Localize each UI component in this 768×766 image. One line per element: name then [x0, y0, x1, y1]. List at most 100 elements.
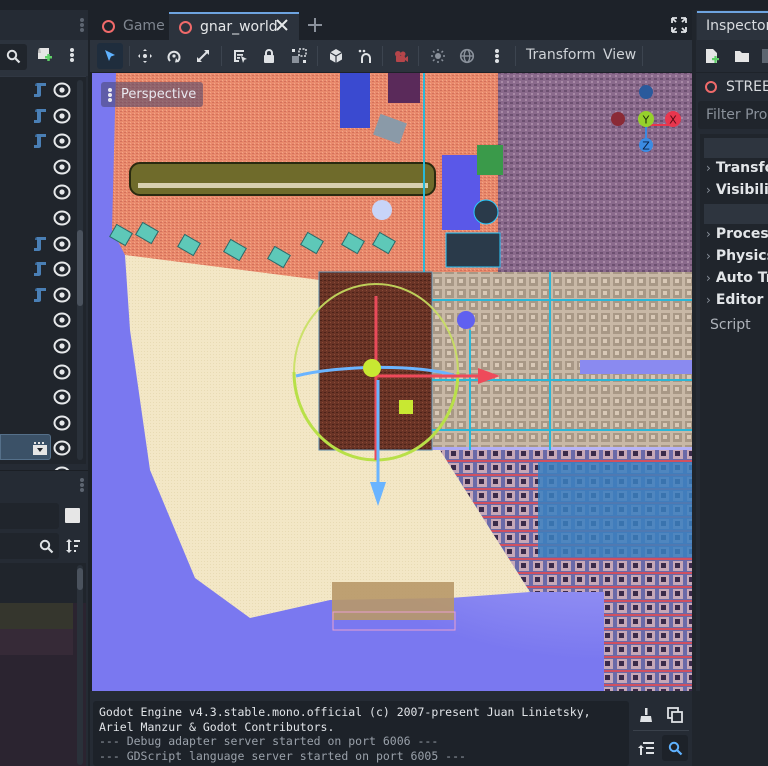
filesystem-path-field[interactable] [0, 503, 59, 529]
scene-tree-row[interactable] [0, 233, 76, 255]
scene-filter-input[interactable] [0, 44, 27, 70]
script-icon[interactable] [33, 133, 47, 149]
move-icon [138, 49, 152, 63]
axis-neg-x[interactable] [611, 112, 625, 126]
scale-icon [197, 50, 209, 62]
visibility-eye-icon[interactable] [53, 81, 71, 99]
filesystem-filter-input[interactable] [0, 533, 59, 559]
add-tab-icon[interactable] [307, 17, 323, 33]
scene-tree-row[interactable] [0, 130, 76, 152]
visibility-eye-icon[interactable] [53, 235, 71, 253]
section-transform[interactable]: ›Transform [706, 160, 768, 176]
scene-tree-row[interactable] [0, 181, 76, 203]
tab-inspector[interactable]: Inspector [697, 11, 768, 40]
filesystem-scrollbar[interactable] [77, 565, 83, 765]
filesystem-scrollbar-thumb[interactable] [77, 568, 83, 590]
section-physics[interactable]: ›Physics [706, 248, 768, 264]
new-resource-icon[interactable] [705, 48, 719, 64]
visibility-eye-icon[interactable] [53, 286, 71, 304]
open-folder-icon[interactable] [734, 49, 750, 63]
perspective-menu-button[interactable]: Perspective [101, 82, 204, 107]
scene-tree-row[interactable] [0, 437, 76, 459]
orientation-gizmo[interactable]: Y X Z [607, 81, 687, 161]
environment-toggle-button[interactable] [454, 43, 480, 69]
script-icon[interactable] [33, 287, 47, 303]
scale-tool-button[interactable] [190, 43, 216, 69]
lock-button[interactable] [256, 43, 282, 69]
transform-menu[interactable]: Transform [526, 47, 596, 63]
sort-icon[interactable] [65, 538, 81, 554]
close-icon[interactable] [275, 18, 289, 32]
scene-tree-row[interactable] [0, 335, 76, 357]
script-icon[interactable] [33, 236, 47, 252]
visibility-eye-icon[interactable] [53, 439, 71, 457]
filesystem-item[interactable] [0, 603, 73, 629]
visibility-eye-icon[interactable] [53, 260, 71, 278]
visibility-eye-icon[interactable] [53, 363, 71, 381]
camera-icon [395, 51, 408, 62]
filesystem-list-top [0, 563, 86, 603]
tab-game[interactable]: Game [92, 12, 170, 40]
scene-tree-row[interactable] [0, 412, 76, 434]
filesystem-dock-header [0, 470, 88, 498]
scene-tree-scrollbar-thumb[interactable] [77, 230, 83, 306]
view-menu[interactable]: View [603, 47, 636, 63]
rotate-tool-button[interactable] [161, 43, 187, 69]
scene-tree-row[interactable] [0, 309, 76, 331]
visibility-eye-icon[interactable] [53, 183, 71, 201]
save-icon[interactable] [762, 49, 768, 63]
group-button[interactable] [286, 43, 312, 69]
section-auto-translate[interactable]: ›Auto Translate [706, 270, 768, 286]
distraction-free-icon[interactable] [671, 17, 687, 33]
sun-toggle-button[interactable] [425, 43, 451, 69]
more-options-button[interactable] [484, 43, 510, 69]
axis-neg-y[interactable] [639, 85, 653, 99]
visibility-eye-icon[interactable] [53, 209, 71, 227]
more-options-icon[interactable] [69, 47, 75, 63]
visibility-eye-icon[interactable] [53, 414, 71, 432]
scene-tree-row[interactable] [0, 386, 76, 408]
script-icon[interactable] [33, 82, 47, 98]
dock-menu-icon[interactable] [79, 477, 85, 493]
script-icon[interactable] [33, 108, 47, 124]
3d-viewport[interactable]: Perspective Y X Z [92, 73, 692, 691]
section-visibility[interactable]: ›Visibility [706, 182, 768, 198]
visibility-eye-icon[interactable] [53, 158, 71, 176]
visibility-eye-icon[interactable] [53, 311, 71, 329]
scene-tree-row[interactable] [0, 361, 76, 383]
scene-tree-row[interactable] [0, 156, 76, 178]
camera-preview-button[interactable] [388, 43, 414, 69]
list-select-button[interactable] [227, 43, 253, 69]
visibility-eye-icon[interactable] [53, 388, 71, 406]
toggle-split-mode-icon[interactable] [65, 508, 80, 523]
visibility-eye-icon[interactable] [53, 337, 71, 355]
rotate-icon [167, 50, 181, 63]
scene-tree-row[interactable] [0, 79, 76, 101]
collapse-duplicates-button[interactable] [633, 735, 659, 761]
scene-circle-icon [102, 19, 115, 33]
inspector-node-selector[interactable]: STREET [696, 72, 768, 100]
visibility-eye-icon[interactable] [53, 107, 71, 125]
scene-tree-row[interactable] [0, 207, 76, 229]
globe-icon [459, 48, 475, 64]
scene-tree-row[interactable] [0, 105, 76, 127]
filter-properties-input[interactable]: Filter Properties [698, 101, 768, 129]
select-tool-button[interactable] [97, 43, 123, 69]
filesystem-item[interactable] [0, 629, 73, 655]
section-process[interactable]: ›Process [706, 226, 768, 242]
search-output-button[interactable] [662, 735, 688, 761]
clear-output-button[interactable] [633, 702, 659, 728]
scene-tree-row[interactable] [0, 284, 76, 306]
snap-button[interactable] [352, 43, 378, 69]
visibility-eye-icon[interactable] [53, 132, 71, 150]
copy-output-button[interactable] [662, 702, 688, 728]
attach-script-icon[interactable] [36, 47, 52, 64]
instance-scene-icon[interactable] [33, 440, 47, 456]
local-space-button[interactable] [323, 43, 349, 69]
move-tool-button[interactable] [132, 43, 158, 69]
output-log[interactable]: Godot Engine v4.3.stable.mono.official (… [93, 701, 629, 766]
section-editor-description[interactable]: ›Editor Description [706, 292, 768, 308]
dock-menu-icon[interactable] [79, 17, 85, 33]
scene-tree-row[interactable] [0, 258, 76, 280]
script-icon[interactable] [33, 261, 47, 277]
